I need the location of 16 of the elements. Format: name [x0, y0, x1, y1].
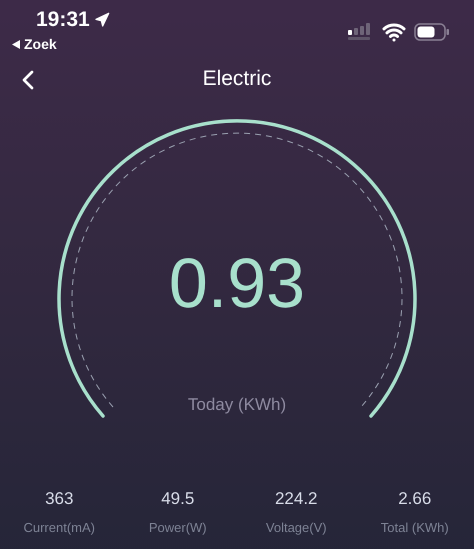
page-title: Electric — [202, 66, 272, 92]
gauge-value: 0.93 — [168, 248, 306, 318]
stat-value: 2.66 — [398, 488, 432, 510]
stat-value: 363 — [45, 488, 74, 510]
battery-icon — [414, 23, 450, 41]
stat-label: Power(W) — [148, 518, 207, 537]
back-to-app-link[interactable]: Zoek — [24, 34, 57, 55]
stat-value: 224.2 — [274, 488, 318, 510]
stat-label: Total (KWh) — [380, 518, 449, 537]
back-triangle-icon — [12, 40, 20, 49]
location-arrow-icon — [94, 12, 110, 28]
stat-label: Current(mA) — [23, 518, 95, 537]
stat-label: Voltage(V) — [266, 518, 327, 537]
stat-value: 49.5 — [161, 488, 194, 510]
gauge-caption: Today (KWh) — [188, 394, 286, 416]
clock-time: 19:31 — [36, 8, 90, 32]
